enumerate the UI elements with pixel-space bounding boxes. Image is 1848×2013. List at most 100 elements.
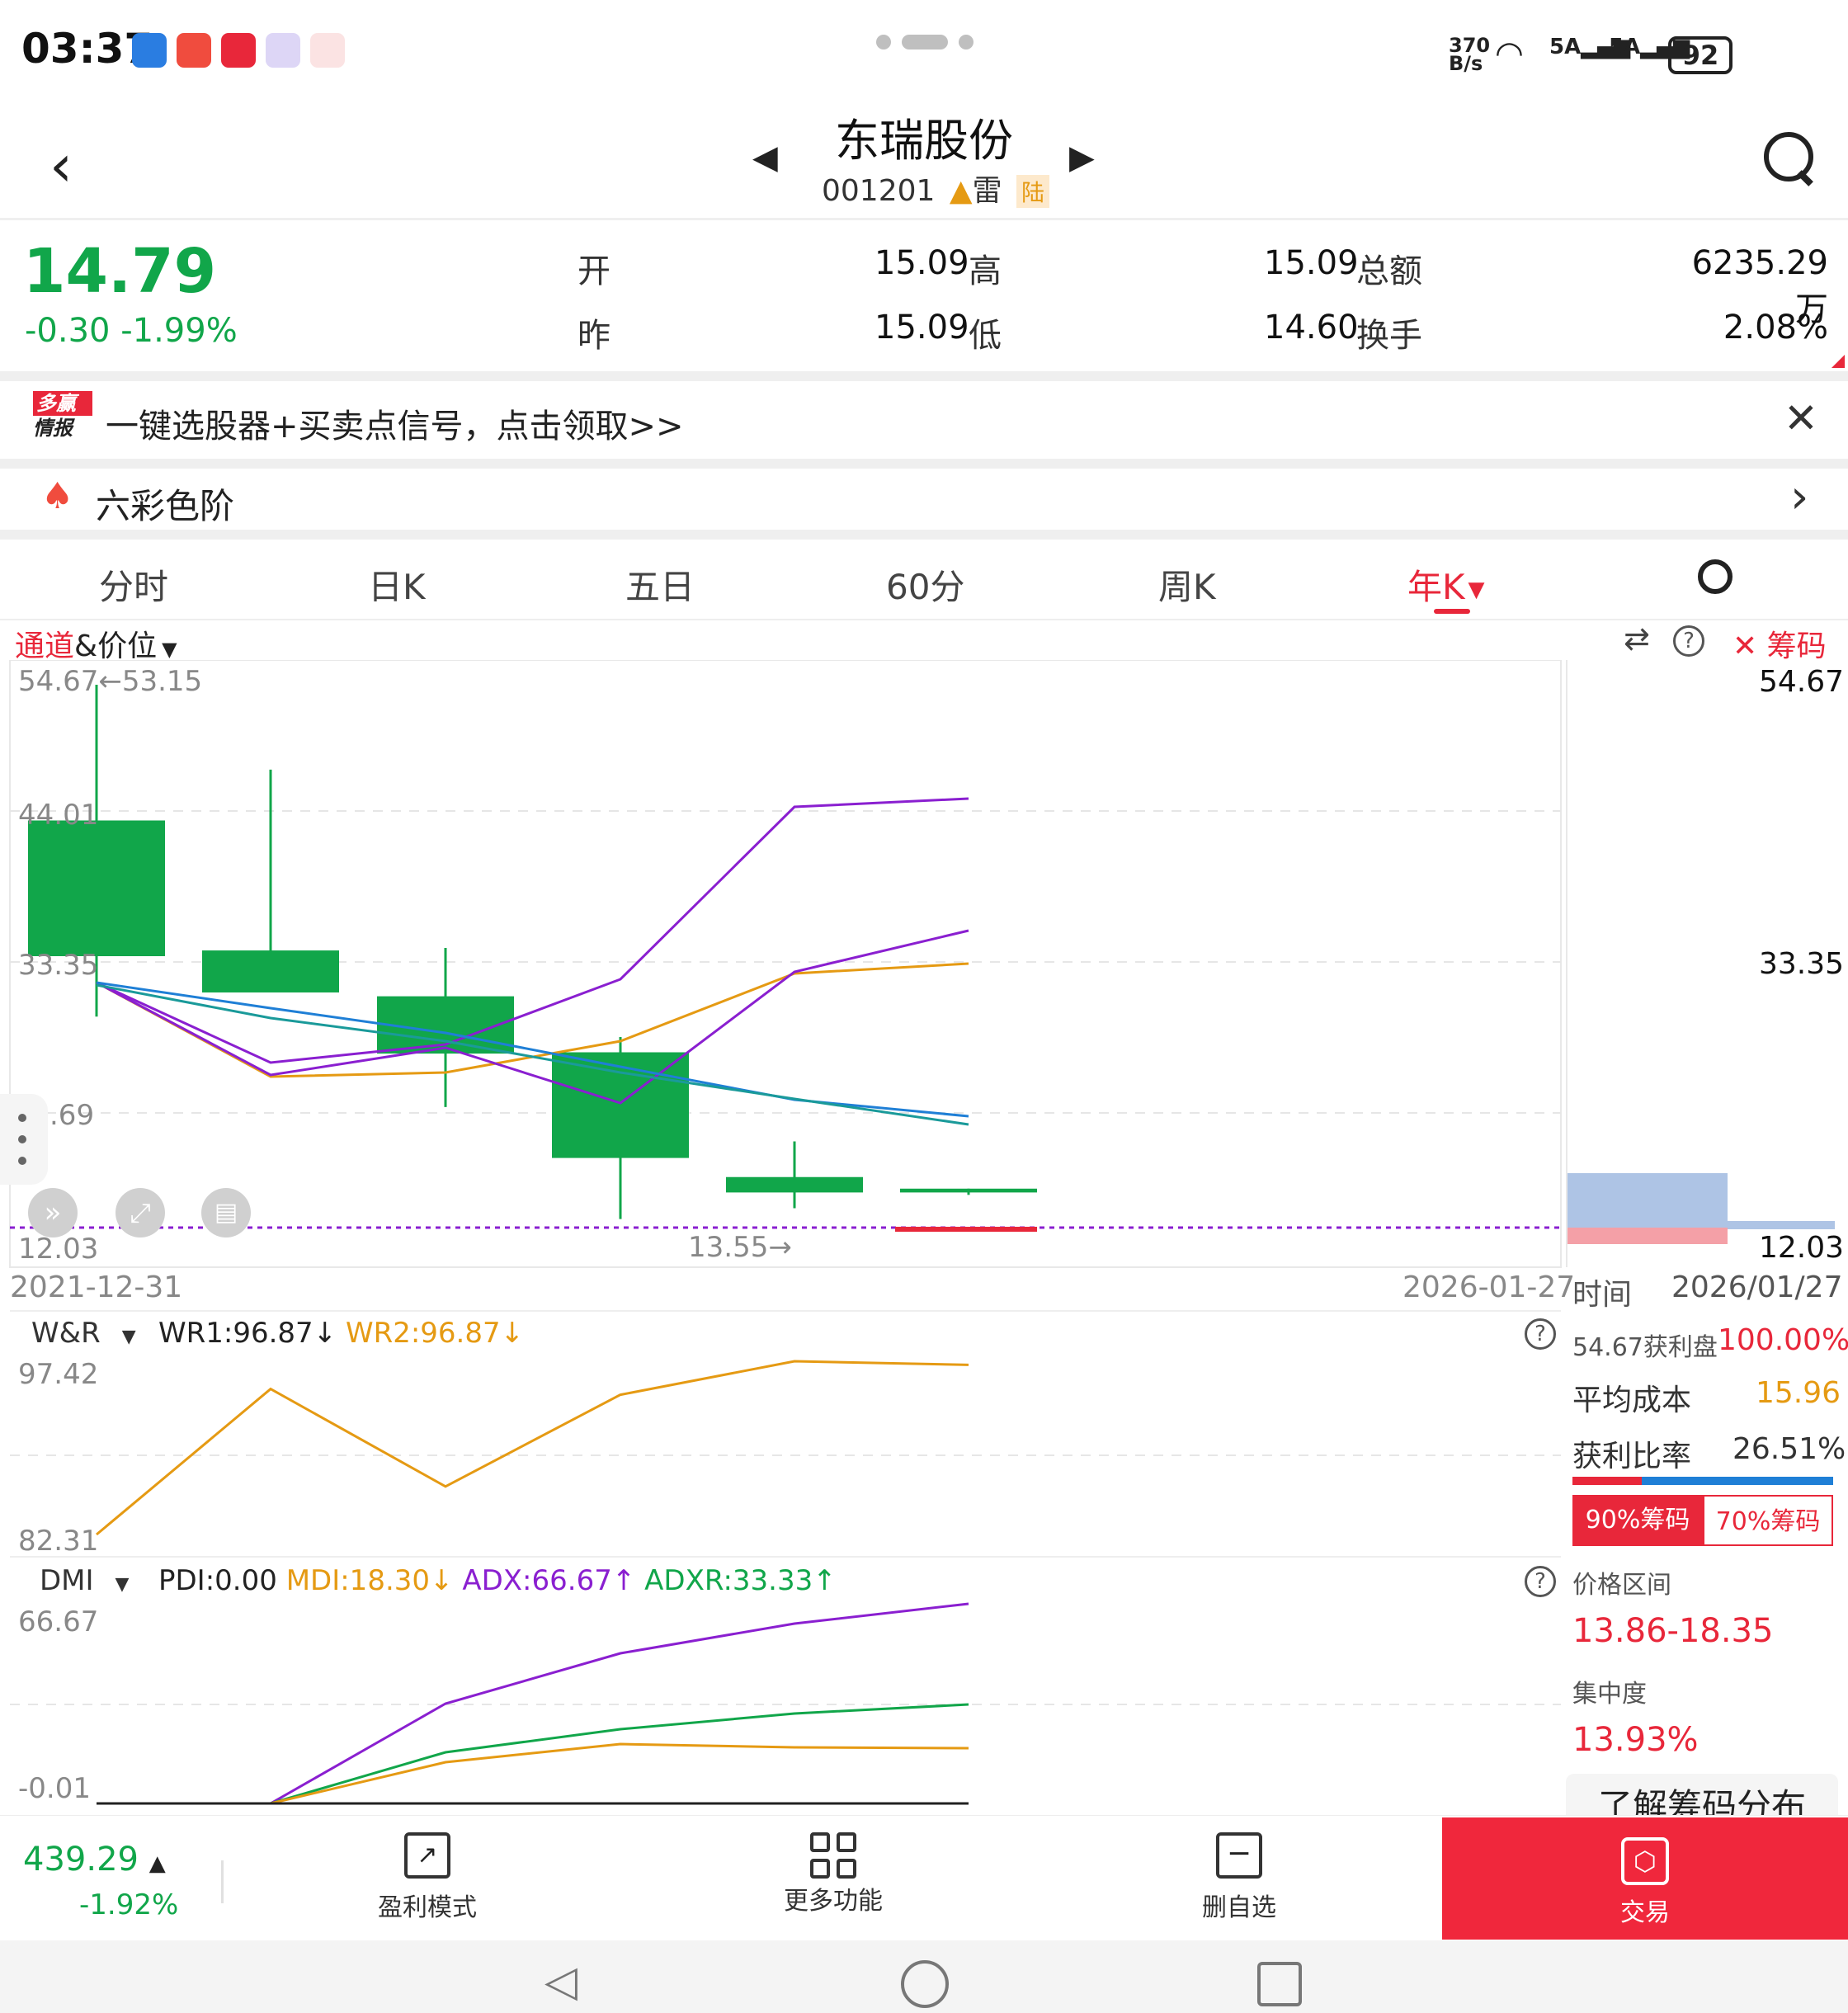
dmi-selector[interactable]: DMI ▼ — [40, 1564, 129, 1597]
right-y-mid: 33.35 — [1759, 947, 1845, 981]
drag-handle — [876, 35, 974, 53]
nav-home-icon[interactable] — [901, 1960, 949, 2008]
dmi-top: 66.67 — [18, 1605, 99, 1638]
close-icon[interactable]: ✕ — [1784, 394, 1818, 442]
promo-banner[interactable]: 多赢 情报 一键选股器+买卖点信号，点击领取>> ✕ — [0, 381, 1848, 459]
right-y-top: 54.67 — [1759, 665, 1845, 699]
y-label-bottom: 12.03 — [18, 1233, 99, 1266]
turnover-label: 换手 — [1356, 317, 1422, 355]
grid-icon — [810, 1832, 856, 1879]
tab-daily[interactable]: 日K — [368, 559, 426, 610]
wr-top: 97.42 — [18, 1358, 99, 1391]
dropdown-arrow-icon: ▼ — [1468, 577, 1485, 602]
low-value: 14.60 — [1264, 309, 1359, 346]
net-speed: 370 B/s — [1449, 34, 1491, 75]
expand-icon[interactable]: ⤢ — [116, 1188, 165, 1238]
wr-selector[interactable]: W&R ▼ — [31, 1317, 136, 1350]
adx-line — [97, 1602, 969, 1805]
y-label-4: .69 — [50, 1099, 95, 1132]
candle-body — [28, 820, 165, 956]
help-icon[interactable]: ? — [1673, 625, 1704, 657]
chart-icon: ↗ — [404, 1832, 450, 1879]
prev-close-label: 昨 — [578, 317, 610, 355]
chip-bar-red — [1568, 1228, 1728, 1244]
amount-label: 总额 — [1356, 252, 1422, 290]
chip-time-label: 时间 — [1572, 1278, 1633, 1312]
low-label: 低 — [969, 317, 1002, 355]
dmi-chart — [10, 1602, 1561, 1805]
arrow-up-icon: ▲ — [148, 1851, 166, 1876]
index-value[interactable]: 439.29 ▲ — [23, 1841, 166, 1879]
next-stock-icon[interactable]: ▶ — [1069, 139, 1095, 177]
y-label-2: 44.01 — [18, 799, 99, 832]
six-colors-label: 六彩色阶 — [96, 486, 235, 526]
divider — [0, 371, 1848, 381]
remove-watchlist-button[interactable]: − 删自选 — [1181, 1832, 1297, 1923]
turnover-value: 2.08% — [1723, 309, 1828, 346]
active-tab-indicator — [1434, 609, 1470, 614]
status-bar: 03:37 370 B/s ◠ 5A▂▄▆ 5A▂▄▆ 92 — [0, 0, 1848, 99]
wifi-icon: ◠ — [1495, 35, 1524, 73]
badge-lei: 雷 — [972, 174, 1002, 208]
date-start: 2021-12-31 — [10, 1270, 183, 1304]
more-functions-button[interactable]: 更多功能 — [776, 1832, 891, 1916]
tab-60min[interactable]: 60分 — [886, 559, 964, 610]
more-tools-handle[interactable] — [0, 1094, 48, 1185]
avg-cost-value: 15.96 — [1756, 1376, 1841, 1410]
dropdown-arrow-icon: ▼ — [115, 1574, 130, 1595]
battery-icon: 92 — [1668, 36, 1732, 74]
high-value: 15.09 — [1264, 244, 1359, 282]
nav-back-icon[interactable]: ◁ — [544, 1957, 578, 2006]
divider — [221, 1860, 224, 1903]
profit-value: 100.00% — [1718, 1323, 1848, 1357]
wr-line — [96, 1360, 969, 1536]
fast-forward-icon[interactable]: » — [28, 1188, 78, 1238]
corner-indicator — [1832, 355, 1845, 368]
divider — [10, 1556, 1561, 1558]
system-nav-bar: ◁ — [0, 1940, 1848, 2013]
rocket-icon: ♠ — [41, 475, 74, 517]
tab-yearly[interactable]: 年K ▼ — [1407, 559, 1485, 610]
blue-line — [96, 981, 969, 1118]
swap-icon[interactable]: ⇄ — [1624, 620, 1650, 657]
divider — [0, 218, 1848, 220]
learn-chip-button[interactable]: 了解筹码分布 — [1566, 1774, 1838, 1815]
chip-toggle[interactable]: ✕ 筹码 — [1732, 622, 1827, 665]
chip-70-button[interactable]: 70%筹码 — [1703, 1495, 1833, 1546]
chip-90-button[interactable]: 90%筹码 — [1572, 1495, 1703, 1546]
trade-button[interactable]: ⬡ 交易 — [1442, 1817, 1848, 1940]
tab-intraday[interactable]: 分时 — [99, 559, 168, 610]
six-colors-row[interactable]: ♠ 六彩色阶 › — [0, 469, 1848, 530]
trade-icon: ⬡ — [1621, 1837, 1669, 1885]
divider — [0, 459, 1848, 469]
concentration-label: 集中度 — [1572, 1680, 1647, 1709]
dropdown-arrow-icon: ▼ — [162, 638, 177, 661]
divider — [10, 1310, 1561, 1312]
tab-five-day[interactable]: 五日 — [625, 559, 695, 610]
camera-app-icon — [177, 33, 211, 68]
profit-ratio-value: 26.51% — [1732, 1432, 1846, 1466]
warning-icon: ▲ — [949, 174, 973, 208]
purple-line — [96, 797, 969, 1064]
y-label-3: 33.35 — [18, 949, 99, 982]
chip-bar-blue-2 — [1728, 1221, 1835, 1229]
chip-time-value: 2026/01/27 — [1671, 1270, 1843, 1304]
help-icon[interactable]: ? — [1525, 1566, 1556, 1597]
date-end: 2026-01-27 — [1402, 1270, 1576, 1304]
help-icon[interactable]: ? — [1525, 1318, 1556, 1350]
dmi-values: PDI:0.00 MDI:18.30↓ ADX:66.67↑ ADXR:33.3… — [158, 1564, 837, 1597]
notification-icons — [132, 33, 355, 71]
profit-mode-button[interactable]: ↗ 盈利模式 — [370, 1832, 485, 1923]
nav-recents-icon[interactable] — [1257, 1962, 1302, 2006]
draw-icon[interactable]: ▤ — [201, 1188, 251, 1238]
concentration-value: 13.93% — [1572, 1721, 1699, 1759]
prev-close-value: 15.09 — [874, 309, 969, 346]
stock-code-row: 001201 ▲雷 陆 — [822, 167, 1050, 210]
stock-title: 东瑞股份 — [835, 115, 1013, 167]
settings-icon[interactable] — [1698, 559, 1732, 594]
dropdown-arrow-icon: ▼ — [121, 1327, 136, 1347]
index-change: -1.92% — [79, 1888, 179, 1921]
tab-weekly[interactable]: 周K — [1158, 559, 1216, 610]
indicator-selector[interactable]: 通道&价位 ▼ — [15, 622, 177, 665]
stock-code: 001201 — [822, 174, 936, 208]
